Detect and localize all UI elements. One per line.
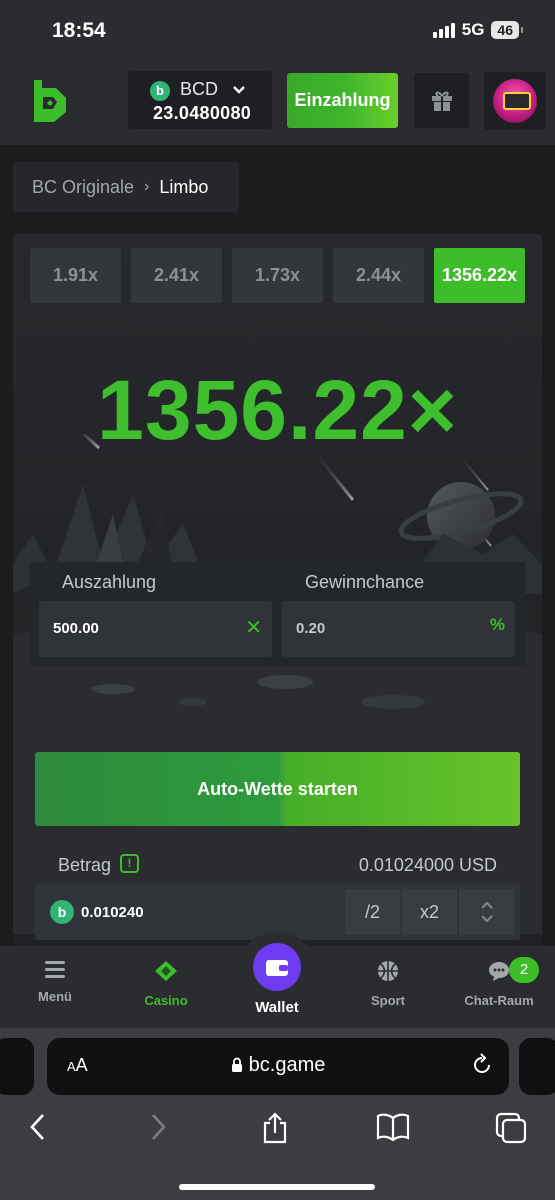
chevron-up-icon: [480, 901, 493, 909]
tabs-icon[interactable]: [495, 1112, 527, 1144]
breadcrumb: BC Originale › Limbo: [13, 162, 239, 212]
chevron-down-icon: [480, 915, 493, 923]
bcd-coin-icon: b: [150, 81, 170, 101]
multiplier-x-icon: ✕: [245, 617, 262, 639]
win-chance-value: 0.20: [296, 620, 326, 637]
wallet-icon: [266, 960, 288, 976]
nav-casino-label: Casino: [144, 993, 188, 1008]
gift-button[interactable]: [414, 73, 469, 128]
casino-icon: [155, 961, 177, 981]
nav-chat-label: Chat-Raum: [464, 993, 534, 1008]
history-item[interactable]: 1.91x: [30, 248, 121, 303]
currency-label: BCD: [180, 79, 219, 99]
deposit-button[interactable]: Einzahlung: [287, 73, 398, 128]
currency-selector[interactable]: b BCD 23.0480080: [128, 71, 272, 129]
bc-logo-icon[interactable]: [26, 78, 68, 124]
history-item[interactable]: 1.73x: [232, 248, 323, 303]
bet-amount-header: Betrag ! 0.01024000 USD: [58, 852, 497, 876]
signal-icon: [432, 22, 455, 38]
next-tab-preview[interactable]: [519, 1038, 555, 1095]
bet-amount-label: Betrag: [58, 855, 112, 875]
balance-value: 23.0480080: [153, 103, 252, 123]
previous-tab-preview[interactable]: [0, 1038, 34, 1095]
bottom-navigation: Menü Casino Wallet Sport Chat-Raum 2: [0, 932, 555, 1028]
nav-wallet[interactable]: [253, 943, 301, 991]
payout-panel: Auszahlung Gewinnchance 500.00 ✕ 0.20 %: [30, 562, 525, 666]
nav-wallet-label: Wallet: [255, 999, 299, 1016]
url-text: bc.game: [47, 1054, 509, 1077]
basketball-icon: [378, 961, 398, 981]
status-bar: 18:54 5G 46: [0, 0, 555, 60]
chat-unread-badge: 2: [509, 957, 539, 983]
avatar-button[interactable]: [484, 72, 546, 130]
result-multiplier: 1356.22×: [97, 363, 458, 457]
bet-usd-value: 0.01024000 USD: [358, 855, 497, 875]
lock-icon: [231, 1057, 242, 1072]
double-bet-button[interactable]: x2: [402, 889, 457, 935]
status-time: 18:54: [52, 19, 106, 42]
bet-range-stepper[interactable]: [459, 889, 514, 935]
reload-icon[interactable]: [471, 1053, 493, 1077]
start-auto-bet-button[interactable]: Auto-Wette starten: [35, 752, 520, 826]
network-type: 5G: [461, 20, 485, 39]
percent-icon: %: [489, 615, 505, 634]
chevron-down-icon: [233, 86, 245, 94]
nav-menu[interactable]: Menü: [5, 960, 105, 1004]
gift-icon: [431, 91, 452, 111]
address-bar[interactable]: AA bc.game: [47, 1038, 509, 1095]
bookmarks-icon[interactable]: [376, 1112, 410, 1142]
history-item[interactable]: 2.44x: [333, 248, 424, 303]
menu-icon: [45, 961, 65, 978]
nav-casino[interactable]: Casino: [116, 960, 216, 1008]
chat-icon: [489, 962, 509, 981]
nav-sport-label: Sport: [371, 993, 405, 1008]
avatar: [493, 79, 537, 123]
forward-icon[interactable]: [148, 1112, 168, 1142]
info-icon[interactable]: !: [120, 854, 139, 873]
payout-input[interactable]: 500.00 ✕: [39, 601, 272, 657]
breadcrumb-current: Limbo: [159, 176, 209, 197]
win-chance-label: Gewinnchance: [305, 572, 425, 592]
payout-value: 500.00: [53, 620, 99, 637]
bet-amount-value: 0.010240: [81, 904, 144, 921]
breadcrumb-parent[interactable]: BC Originale: [32, 177, 134, 198]
nav-menu-label: Menü: [38, 989, 72, 1004]
home-indicator: [179, 1184, 375, 1190]
history-item-latest[interactable]: 1356.22x: [434, 248, 525, 303]
payout-label: Auszahlung: [62, 572, 157, 592]
battery-indicator: 46: [491, 21, 523, 39]
back-icon[interactable]: [28, 1112, 48, 1142]
share-icon[interactable]: [261, 1112, 289, 1144]
bcd-coin-icon: b: [50, 900, 74, 924]
limbo-game-panel: 1.91x 2.41x 1.73x 2.44x 1356.22x 1356.22…: [13, 234, 542, 946]
history-item[interactable]: 2.41x: [131, 248, 222, 303]
half-bet-button[interactable]: /2: [345, 889, 400, 935]
nav-sport[interactable]: Sport: [338, 960, 438, 1008]
breadcrumb-separator: ›: [144, 178, 150, 195]
result-history: 1.91x 2.41x 1.73x 2.44x 1356.22x: [30, 248, 525, 303]
app-header: b BCD 23.0480080 Einzahlung: [0, 60, 555, 145]
browser-chrome: AA bc.game: [0, 1028, 555, 1200]
win-chance-input[interactable]: 0.20 %: [282, 601, 515, 657]
